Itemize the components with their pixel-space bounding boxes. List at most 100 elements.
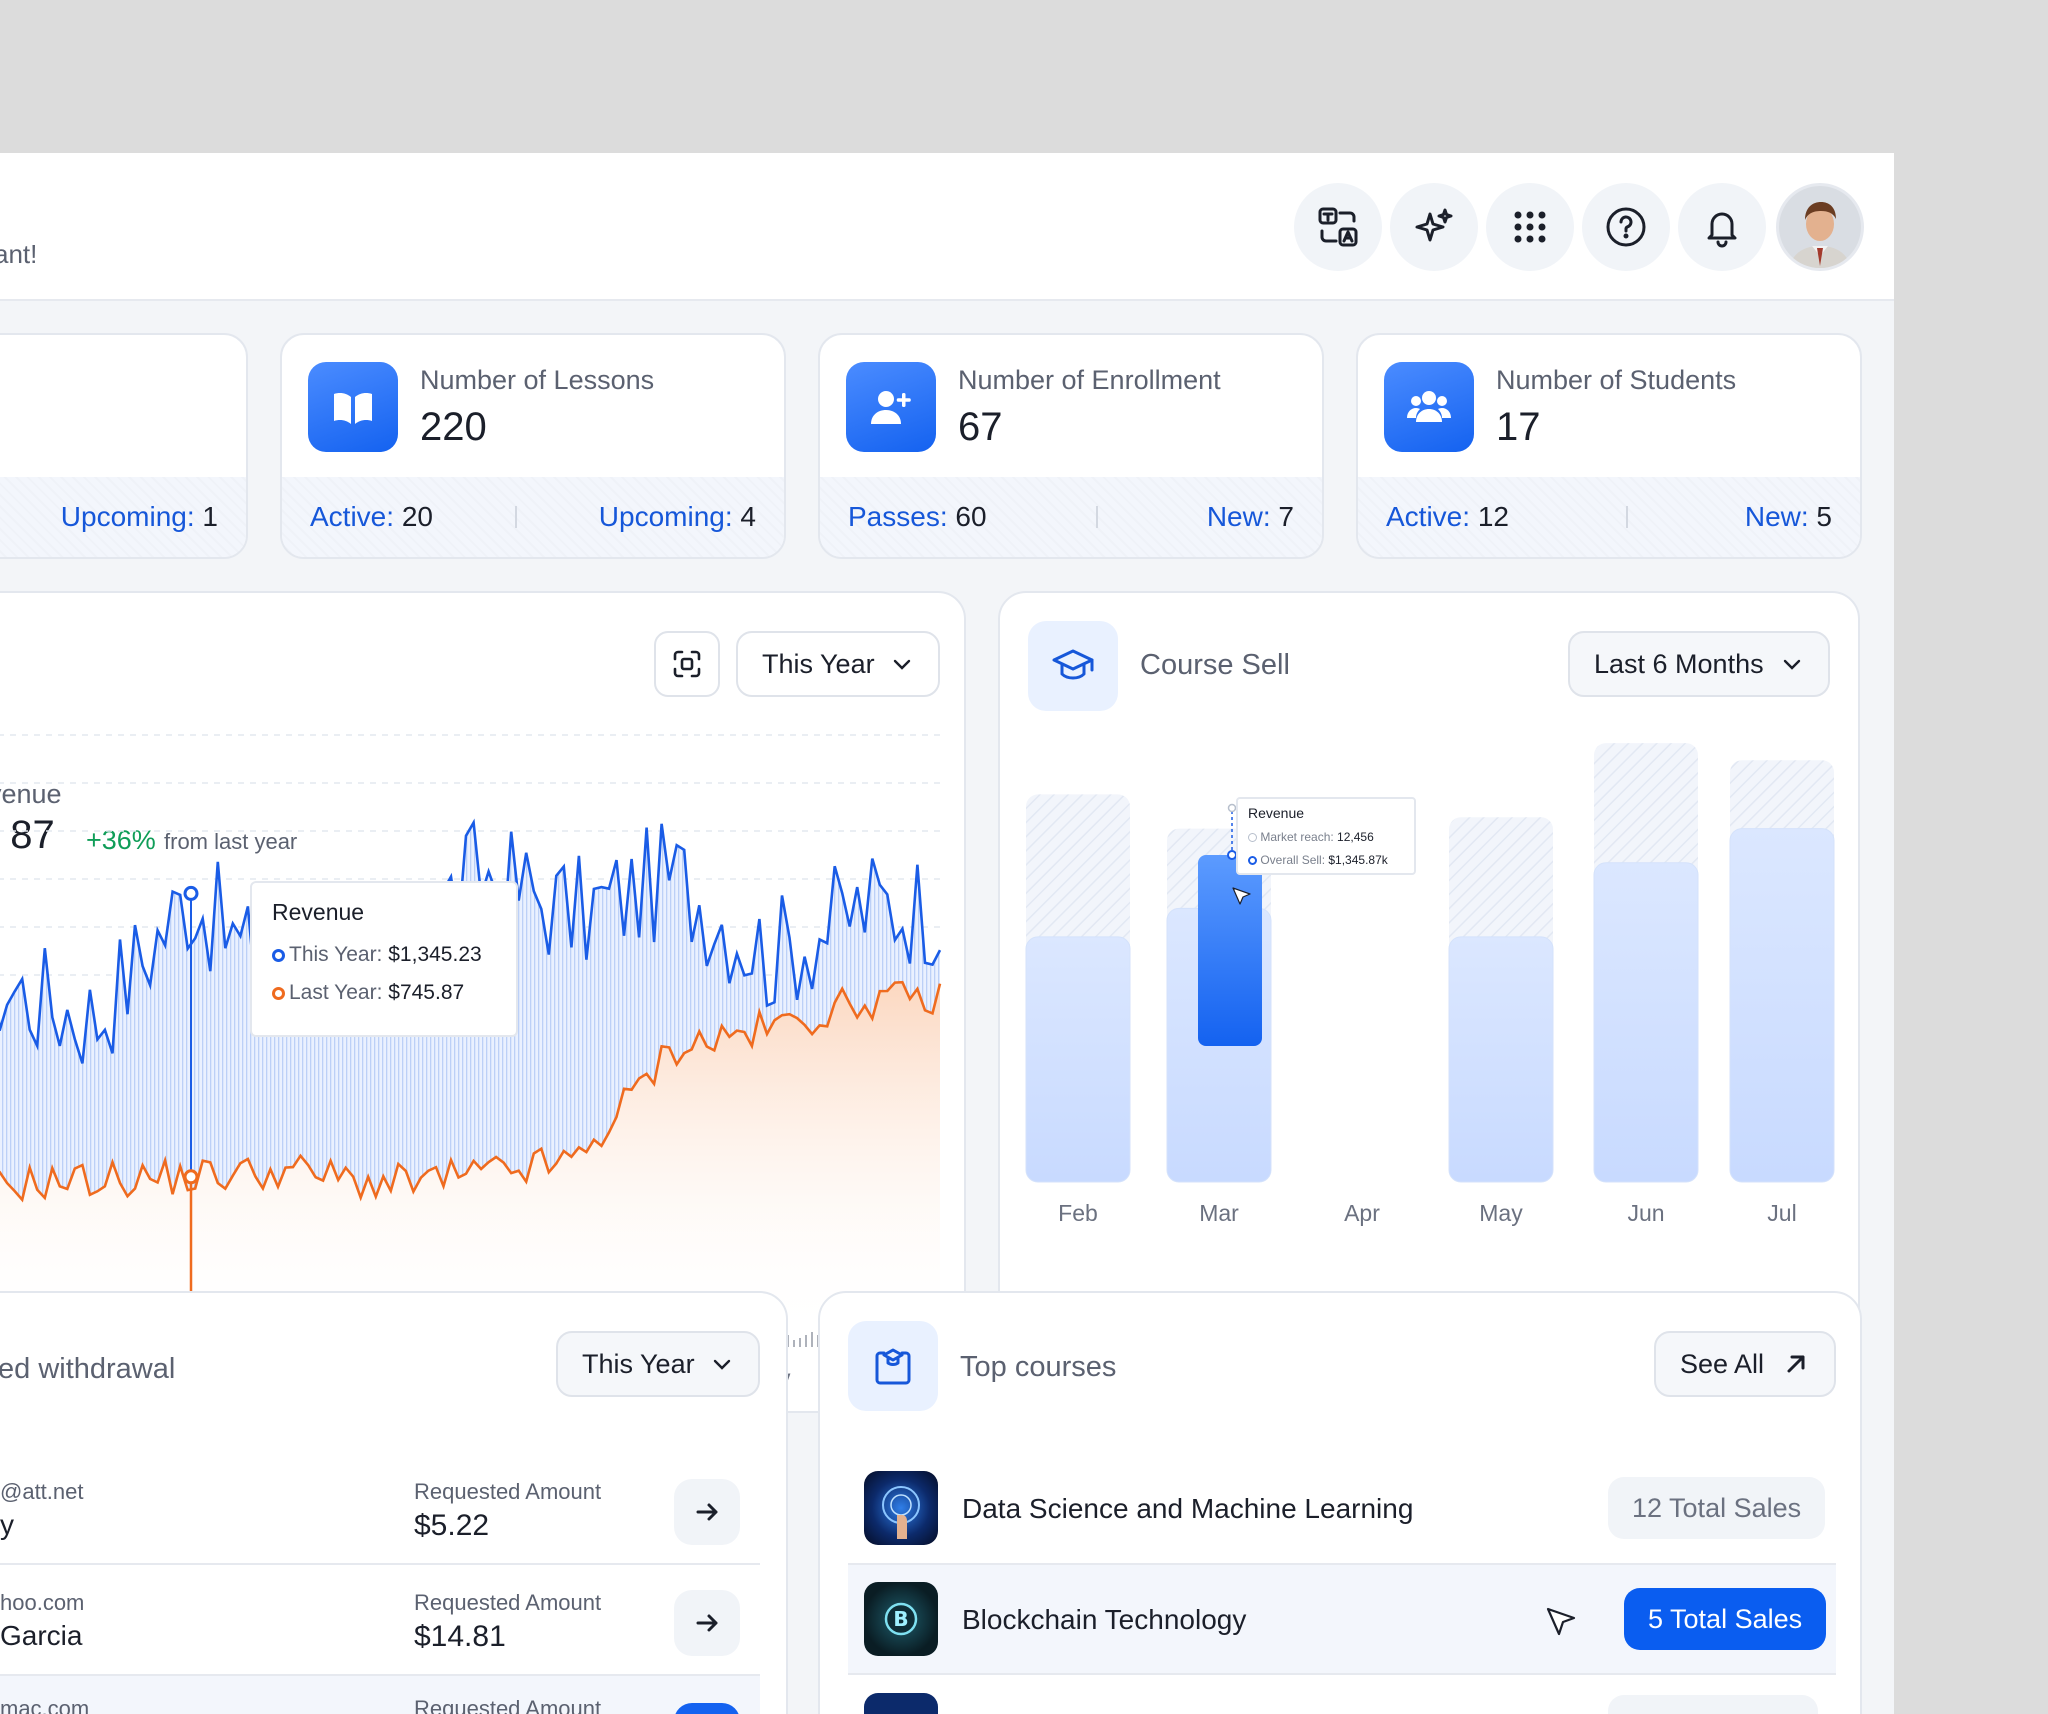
see-all-button[interactable]: See All xyxy=(1654,1331,1836,1397)
highlight-point-last-year xyxy=(183,1169,199,1185)
row-name: Garcia xyxy=(0,1620,83,1651)
lessons-icon-box xyxy=(308,362,398,452)
course-name: Blockchain Technology xyxy=(962,1604,1247,1635)
stat-card-enrollment: Number of Enrollment 67 Passes: 60 New: … xyxy=(818,333,1324,559)
help-button[interactable] xyxy=(1582,183,1670,271)
row-email: mac.com xyxy=(0,1696,90,1714)
translate-icon xyxy=(1318,207,1358,247)
row-email: hoo.com xyxy=(0,1590,85,1615)
revenue-card: venue . 87 +36% from last year This Year xyxy=(0,591,966,1413)
tooltip-value: $1,345.87k xyxy=(1328,853,1388,867)
course-sales-badge xyxy=(1608,1695,1818,1714)
tooltip-label: Last Year: xyxy=(289,981,383,1004)
tooltip-overall-sell: Overall Sell: $1,345.87k xyxy=(1248,853,1388,867)
notifications-button[interactable] xyxy=(1678,183,1766,271)
row-open-button[interactable] xyxy=(674,1479,740,1545)
top-courses-title: Top courses xyxy=(960,1351,1117,1383)
tooltip-label: This Year: xyxy=(289,943,383,966)
overall-sell-bar xyxy=(1729,828,1835,1183)
tooltip-title: Revenue xyxy=(272,899,365,925)
x-axis-label: May xyxy=(1479,1200,1523,1226)
row-open-button[interactable] xyxy=(674,1590,740,1656)
ai-button[interactable] xyxy=(1390,183,1478,271)
course-name: Data Science and Machine Learning xyxy=(962,1493,1414,1524)
row-name: y xyxy=(0,1509,14,1540)
top-courses-card: Top courses See All Data Science and Mac… xyxy=(818,1291,1862,1714)
row-open-button[interactable] xyxy=(674,1703,740,1714)
series-marker-this-year xyxy=(272,948,285,962)
bell-icon xyxy=(1707,212,1737,248)
tooltip-value: $1,345.23 xyxy=(388,943,482,966)
stat-label: Number of Enrollment xyxy=(958,365,1221,395)
row-divider xyxy=(848,1673,1836,1675)
top-courses-icon-box xyxy=(848,1321,938,1411)
stat-value: 7 xyxy=(1278,501,1294,532)
tooltip-label: Overall Sell: xyxy=(1260,853,1326,867)
row-divider xyxy=(0,1563,760,1565)
students-icon-box xyxy=(1384,362,1474,452)
withdrawal-card: ed withdrawal This Year @att.net y Reque… xyxy=(0,1291,788,1714)
sparkle-icon xyxy=(1415,208,1453,242)
row-highlight xyxy=(0,1676,760,1714)
arrow-up-right-icon xyxy=(1787,1355,1805,1373)
overall-sell-bar xyxy=(1025,936,1131,1183)
course-sales-badge: 12 Total Sales xyxy=(1608,1477,1826,1539)
divider xyxy=(1095,506,1098,528)
tooltip-this-year: This Year: $1,345.23 xyxy=(272,943,482,967)
x-axis-label: Jul xyxy=(1767,1200,1796,1226)
stat-number: 67 xyxy=(958,405,1003,449)
help-icon xyxy=(1606,207,1646,247)
chevron-down-icon xyxy=(713,1359,731,1370)
tooltip-value: $745.87 xyxy=(388,981,465,1004)
stat-card-students: Number of Students 17 Active: 12 New: 5 xyxy=(1356,333,1862,559)
stat-key: Active: xyxy=(1386,501,1471,532)
stat-value: 20 xyxy=(401,501,433,532)
user-avatar[interactable] xyxy=(1776,183,1864,271)
tooltip-label: Market reach: xyxy=(1260,830,1334,844)
x-axis-label: Apr xyxy=(1344,1200,1380,1226)
course-thumbnail xyxy=(864,1471,938,1545)
x-axis-label: Jun xyxy=(1627,1200,1664,1226)
overall-sell-bar xyxy=(1448,936,1554,1183)
withdrawal-period-dropdown[interactable]: This Year xyxy=(556,1331,760,1397)
course-thumbnail xyxy=(864,1693,938,1714)
stat-card-lessons: Number of Lessons 220 Active: 20 Upcomin… xyxy=(280,333,786,559)
dropdown-value: This Year xyxy=(582,1348,695,1379)
see-all-label: See All xyxy=(1680,1348,1765,1379)
series-marker-last-year xyxy=(272,986,285,1000)
stat-footer: Active: 20 Upcoming: 4 xyxy=(282,477,784,557)
stat-footer: Passes: 60 New: 7 xyxy=(820,477,1322,557)
stat-number: 17 xyxy=(1496,405,1541,449)
app-window: ant! Upcoming: 1 Number of Lessons 220 A… xyxy=(0,153,1894,1714)
stat-footer: Upcoming: 1 xyxy=(0,477,246,557)
svg-text:B: B xyxy=(893,1607,908,1631)
divider xyxy=(1625,506,1628,528)
stat-key: Upcoming: xyxy=(598,501,733,532)
active-bar xyxy=(1198,855,1262,1046)
cursor-icon xyxy=(1546,1607,1576,1636)
greeting-text: ant! xyxy=(0,239,38,269)
row-email: @att.net xyxy=(0,1479,84,1504)
stat-key: Upcoming: xyxy=(60,501,195,532)
course-sell-chart: Feb Mar Apr May Jun Jul xyxy=(1025,743,1835,1226)
course-thumbnail: B xyxy=(864,1582,938,1656)
arrow-right-icon xyxy=(696,1614,718,1632)
series-marker-market xyxy=(1248,833,1257,843)
stat-label: Number of Students xyxy=(1496,365,1737,395)
translate-button[interactable] xyxy=(1294,183,1382,271)
x-axis-label: Mar xyxy=(1199,1200,1239,1226)
enrollment-icon-box xyxy=(846,362,936,452)
stat-key: New: xyxy=(1206,501,1271,532)
overall-sell-bar xyxy=(1593,862,1699,1183)
top-bar: ant! xyxy=(0,153,1894,301)
overall-sell-point xyxy=(1227,850,1237,860)
series-marker-overall xyxy=(1248,856,1257,866)
add-user-icon xyxy=(871,391,911,424)
x-axis-label: Feb xyxy=(1058,1200,1098,1226)
row-amount-label: Requested Amount xyxy=(414,1590,602,1615)
apps-button[interactable] xyxy=(1486,183,1574,271)
stat-key: New: xyxy=(1744,501,1809,532)
users-icon xyxy=(1407,391,1451,422)
row-amount: $14.81 xyxy=(414,1620,506,1653)
withdrawal-title: ed withdrawal xyxy=(0,1353,176,1385)
